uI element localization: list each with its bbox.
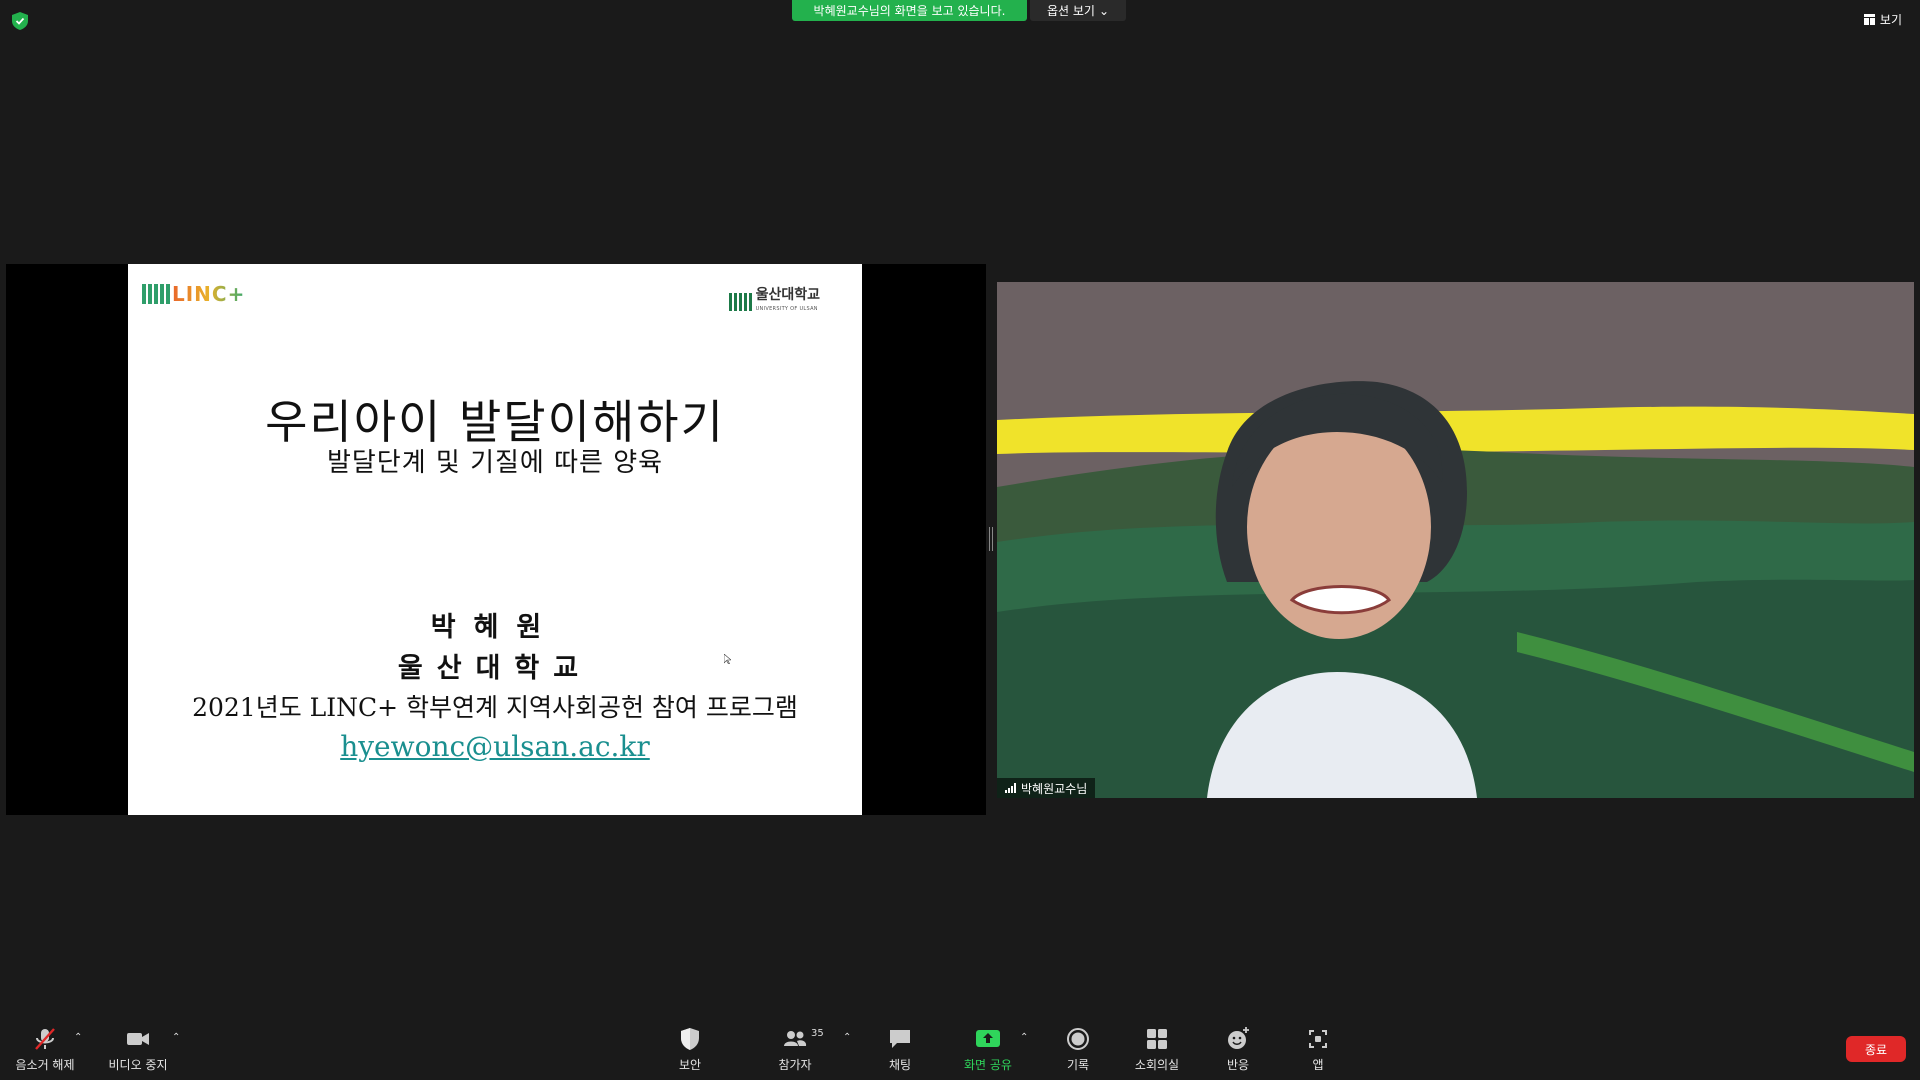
apps-button[interactable]: 앱 [1273, 1026, 1363, 1076]
program-title: 2021년도 LINC+ 학부연계 지역사회공헌 참여 프로그램 [192, 693, 798, 722]
breakout-rooms-button[interactable]: 소회의실 [1112, 1026, 1202, 1076]
presentation-slide: LINC+ 울산대학교 UNIVERSITY OF ULSAN 우리아이 발달이… [128, 264, 862, 815]
end-meeting-button[interactable]: 종료 [1846, 1036, 1906, 1062]
security-shield-icon[interactable] [12, 12, 28, 30]
participants-button[interactable]: 참가자 [750, 1026, 840, 1076]
breakout-rooms-label: 소회의실 [1134, 1058, 1180, 1072]
grid-layout-icon [1863, 13, 1875, 25]
chevron-down-icon: ⌄ [1098, 3, 1110, 18]
shared-screen[interactable]: LINC+ 울산대학교 UNIVERSITY OF ULSAN 우리아이 발달이… [6, 264, 986, 815]
ulsan-university-logo: 울산대학교 UNIVERSITY OF ULSAN [728, 288, 820, 316]
security-label: 보안 [678, 1058, 702, 1072]
video-camera-icon [127, 1033, 149, 1045]
participants-icon [784, 1031, 807, 1046]
stop-video-button[interactable]: 비디오 중지 [93, 1026, 183, 1076]
chat-button[interactable]: 채팅 [855, 1026, 945, 1076]
reactions-label: 반응 [1226, 1058, 1250, 1072]
participants-options-caret[interactable]: ⌃ [843, 1032, 851, 1043]
record-label: 기록 [1066, 1058, 1090, 1072]
mouse-cursor-icon [724, 654, 731, 664]
stop-video-label: 비디오 중지 [108, 1058, 168, 1072]
apps-icon [1309, 1030, 1327, 1048]
video-frame [997, 282, 1914, 798]
audio-options-caret[interactable]: ⌃ [74, 1032, 82, 1043]
video-options-caret[interactable]: ⌃ [172, 1032, 180, 1043]
participant-name: 박혜원교수님 [1021, 781, 1088, 796]
participant-name-tag: 박혜원교수님 [997, 778, 1096, 798]
meeting-toolbar: 음소거 해제 ⌃ 비디오 중지 ⌃ 보안 참가자 35 ⌃ 채팅 화면 공유 ⌃… [0, 1016, 1920, 1080]
view-options-button[interactable]: 옵션 보기 ⌄ [1030, 0, 1126, 21]
viewing-share-banner: 박혜원교수님의 화면을 보고 있습니다. [792, 0, 1027, 21]
shield-icon [681, 1028, 699, 1050]
microphone-muted-icon [35, 1028, 55, 1050]
slide-subtitle: 발달단계 및 기질에 따른 양육 [326, 448, 664, 478]
security-button[interactable]: 보안 [645, 1026, 735, 1076]
record-icon [1067, 1028, 1089, 1050]
end-meeting-label: 종료 [1864, 1042, 1888, 1057]
share-screen-label: 화면 공유 [964, 1058, 1012, 1072]
signal-strength-icon [1005, 783, 1016, 793]
chat-label: 채팅 [888, 1058, 912, 1072]
presenter-email-link[interactable]: hyewonc@ulsan.ac.kr [128, 730, 862, 763]
emoji-reaction-icon [1228, 1027, 1249, 1049]
participants-count: 35 [811, 1028, 824, 1039]
view-layout-label: 보기 [1879, 12, 1902, 27]
presenter-university: 울산대학교 [397, 653, 593, 684]
linc-logo: LINC+ [142, 282, 245, 306]
participants-label: 참가자 [778, 1058, 812, 1072]
chat-bubble-icon [890, 1030, 910, 1048]
split-view-resize-handle[interactable] [989, 527, 993, 551]
banner-text: 박혜원교수님의 화면을 보고 있습니다. [813, 4, 1006, 18]
view-options-label: 옵션 보기 [1046, 4, 1095, 18]
view-layout-button[interactable]: 보기 [1858, 9, 1908, 29]
presenter-name: 박혜원 [430, 612, 560, 643]
participant-video[interactable]: 박혜원교수님 [997, 282, 1914, 798]
reactions-button[interactable]: 반응 [1193, 1026, 1283, 1076]
unmute-label: 음소거 해제 [15, 1058, 75, 1072]
share-options-caret[interactable]: ⌃ [1020, 1032, 1028, 1043]
apps-label: 앱 [1312, 1058, 1324, 1072]
breakout-rooms-icon [1147, 1029, 1167, 1049]
record-button[interactable]: 기록 [1033, 1026, 1123, 1076]
share-screen-icon [976, 1030, 1000, 1047]
